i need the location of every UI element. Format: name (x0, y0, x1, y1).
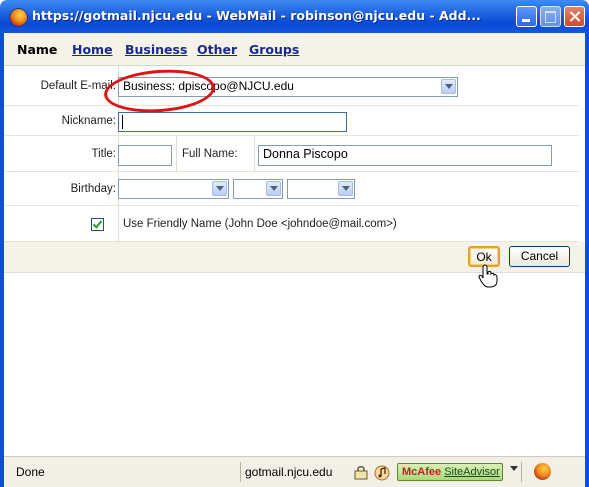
tab-other[interactable]: Other (197, 42, 237, 57)
nickname-label: Nickname: (61, 115, 116, 127)
chevron-down-icon (212, 181, 227, 196)
birthday-label: Birthday: (70, 183, 116, 195)
music-note-icon (374, 465, 390, 481)
title-label: Title: (91, 148, 117, 160)
minimize-button[interactable] (516, 6, 537, 27)
maximize-button[interactable] (540, 6, 561, 27)
chevron-down-icon (338, 181, 353, 196)
full-name-label: Full Name: (182, 148, 238, 160)
window-frame-right (585, 33, 589, 487)
firefox-icon[interactable] (534, 463, 551, 480)
cancel-button[interactable]: Cancel (509, 246, 570, 267)
title-bar: https://gotmail.njcu.edu - WebMail - rob… (0, 0, 589, 33)
chevron-down-icon (266, 181, 281, 196)
tab-business[interactable]: Business (125, 42, 187, 57)
friendly-name-checkbox[interactable] (91, 218, 104, 231)
tab-home[interactable]: Home (72, 42, 113, 57)
status-text: Done (16, 465, 45, 479)
hand-cursor-icon (478, 264, 498, 288)
row-title-fullname: Title: Full Name: Donna Piscopo (4, 136, 579, 172)
row-nickname: Nickname: (4, 106, 579, 136)
full-name-input[interactable]: Donna Piscopo (258, 145, 552, 166)
row-birthday: Birthday: (4, 172, 579, 206)
birthday-year-select[interactable] (287, 179, 355, 199)
status-domain: gotmail.njcu.edu (245, 465, 333, 479)
row-default-email: Default E-mail: Business: dpiscopo@NJCU.… (4, 66, 579, 106)
birthday-day-select[interactable] (233, 179, 283, 199)
chevron-down-icon (441, 79, 456, 94)
firefox-icon (9, 8, 28, 27)
row-friendly-name: Use Friendly Name (John Doe <johndoe@mai… (4, 206, 579, 242)
title-input[interactable] (118, 145, 172, 166)
close-button[interactable] (564, 6, 585, 27)
text-cursor (122, 115, 123, 129)
tab-name[interactable]: Name (17, 42, 57, 57)
siteadvisor-product: SiteAdvisor (444, 466, 500, 478)
birthday-month-select[interactable] (118, 179, 229, 199)
security-icon (354, 466, 368, 480)
default-email-label: Default E-mail: (40, 80, 116, 92)
tab-groups[interactable]: Groups (249, 42, 299, 57)
siteadvisor-badge[interactable]: McAfee SiteAdvisor (397, 463, 503, 481)
status-bar: Done gotmail.njcu.edu McAfee SiteAdvisor (4, 456, 585, 487)
window-title: https://gotmail.njcu.edu - WebMail - rob… (32, 8, 481, 23)
friendly-name-label: Use Friendly Name (John Doe <johndoe@mai… (123, 218, 397, 230)
tab-bar: Name Home Business Other Groups (4, 33, 585, 66)
chevron-down-icon[interactable] (510, 466, 518, 471)
nickname-input[interactable] (118, 112, 347, 132)
siteadvisor-brand: McAfee (402, 466, 442, 478)
